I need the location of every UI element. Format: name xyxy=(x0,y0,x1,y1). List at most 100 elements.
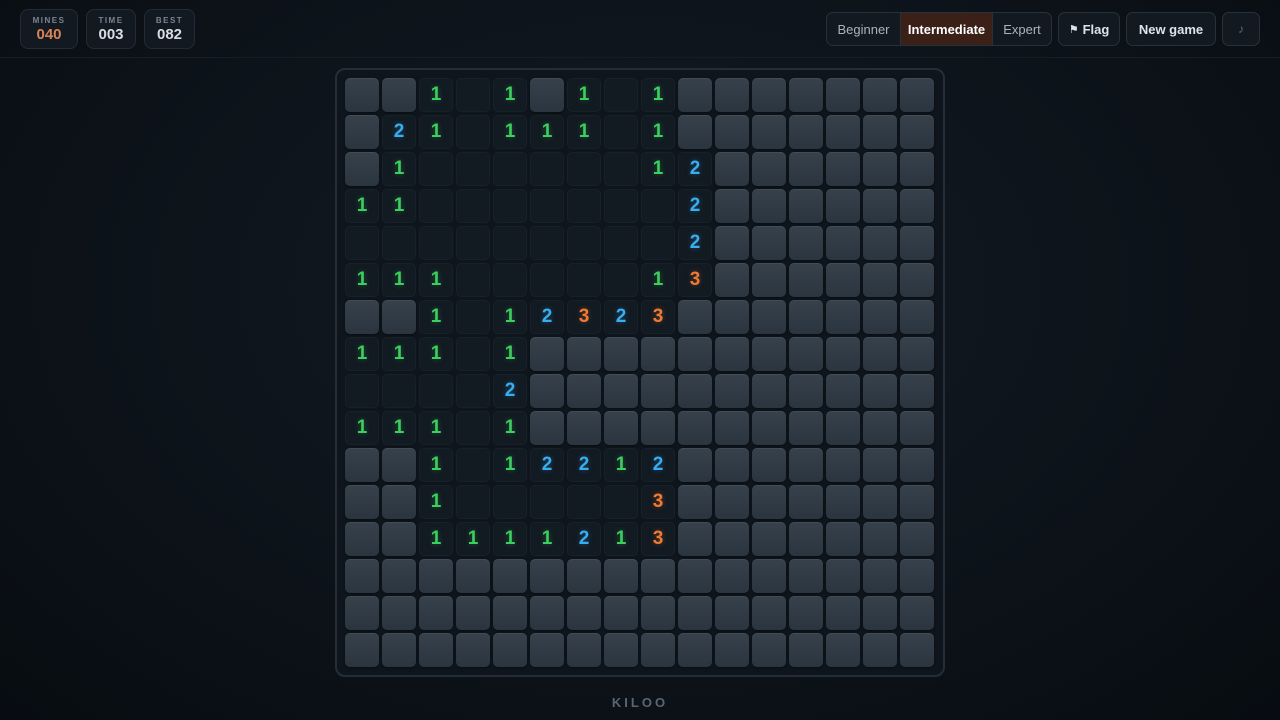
hidden-cell[interactable] xyxy=(789,152,823,186)
revealed-empty-cell[interactable] xyxy=(493,226,527,260)
hidden-cell[interactable] xyxy=(789,374,823,408)
hidden-cell[interactable] xyxy=(826,115,860,149)
hidden-cell[interactable] xyxy=(900,485,934,519)
revealed-empty-cell[interactable] xyxy=(530,226,564,260)
hidden-cell[interactable] xyxy=(715,485,749,519)
revealed-empty-cell[interactable] xyxy=(456,300,490,334)
revealed-number-cell[interactable]: 3 xyxy=(678,263,712,297)
revealed-empty-cell[interactable] xyxy=(604,263,638,297)
revealed-empty-cell[interactable] xyxy=(567,226,601,260)
revealed-empty-cell[interactable] xyxy=(567,485,601,519)
hidden-cell[interactable] xyxy=(419,596,453,630)
revealed-empty-cell[interactable] xyxy=(456,152,490,186)
hidden-cell[interactable] xyxy=(789,485,823,519)
revealed-number-cell[interactable]: 2 xyxy=(382,115,416,149)
hidden-cell[interactable] xyxy=(752,596,786,630)
hidden-cell[interactable] xyxy=(678,411,712,445)
hidden-cell[interactable] xyxy=(382,559,416,593)
hidden-cell[interactable] xyxy=(900,152,934,186)
hidden-cell[interactable] xyxy=(900,263,934,297)
hidden-cell[interactable] xyxy=(493,559,527,593)
revealed-number-cell[interactable]: 2 xyxy=(641,448,675,482)
hidden-cell[interactable] xyxy=(345,522,379,556)
revealed-number-cell[interactable]: 3 xyxy=(641,300,675,334)
hidden-cell[interactable] xyxy=(900,115,934,149)
hidden-cell[interactable] xyxy=(863,189,897,223)
hidden-cell[interactable] xyxy=(863,226,897,260)
revealed-number-cell[interactable]: 1 xyxy=(419,263,453,297)
hidden-cell[interactable] xyxy=(826,226,860,260)
revealed-empty-cell[interactable] xyxy=(567,263,601,297)
hidden-cell[interactable] xyxy=(863,374,897,408)
revealed-number-cell[interactable]: 1 xyxy=(641,78,675,112)
hidden-cell[interactable] xyxy=(604,633,638,667)
revealed-number-cell[interactable]: 1 xyxy=(493,337,527,371)
revealed-number-cell[interactable]: 2 xyxy=(530,448,564,482)
hidden-cell[interactable] xyxy=(382,78,416,112)
hidden-cell[interactable] xyxy=(678,300,712,334)
hidden-cell[interactable] xyxy=(641,596,675,630)
hidden-cell[interactable] xyxy=(900,596,934,630)
hidden-cell[interactable] xyxy=(382,448,416,482)
revealed-empty-cell[interactable] xyxy=(493,189,527,223)
hidden-cell[interactable] xyxy=(789,78,823,112)
revealed-empty-cell[interactable] xyxy=(456,337,490,371)
new-game-button[interactable]: New game xyxy=(1126,12,1216,46)
revealed-empty-cell[interactable] xyxy=(604,152,638,186)
revealed-empty-cell[interactable] xyxy=(456,411,490,445)
hidden-cell[interactable] xyxy=(345,152,379,186)
revealed-number-cell[interactable]: 1 xyxy=(493,522,527,556)
revealed-number-cell[interactable]: 3 xyxy=(641,485,675,519)
hidden-cell[interactable] xyxy=(789,633,823,667)
hidden-cell[interactable] xyxy=(715,448,749,482)
hidden-cell[interactable] xyxy=(789,559,823,593)
hidden-cell[interactable] xyxy=(604,559,638,593)
revealed-number-cell[interactable]: 1 xyxy=(382,337,416,371)
revealed-number-cell[interactable]: 1 xyxy=(419,485,453,519)
hidden-cell[interactable] xyxy=(863,152,897,186)
hidden-cell[interactable] xyxy=(530,411,564,445)
hidden-cell[interactable] xyxy=(900,300,934,334)
revealed-empty-cell[interactable] xyxy=(456,448,490,482)
hidden-cell[interactable] xyxy=(567,559,601,593)
sound-toggle-button[interactable]: ♪ xyxy=(1222,12,1260,46)
revealed-number-cell[interactable]: 1 xyxy=(419,448,453,482)
hidden-cell[interactable] xyxy=(863,559,897,593)
hidden-cell[interactable] xyxy=(715,559,749,593)
revealed-empty-cell[interactable] xyxy=(419,226,453,260)
revealed-number-cell[interactable]: 2 xyxy=(604,300,638,334)
hidden-cell[interactable] xyxy=(345,559,379,593)
hidden-cell[interactable] xyxy=(678,78,712,112)
hidden-cell[interactable] xyxy=(604,374,638,408)
hidden-cell[interactable] xyxy=(789,596,823,630)
hidden-cell[interactable] xyxy=(715,78,749,112)
revealed-number-cell[interactable]: 1 xyxy=(456,522,490,556)
hidden-cell[interactable] xyxy=(900,522,934,556)
hidden-cell[interactable] xyxy=(900,448,934,482)
hidden-cell[interactable] xyxy=(789,226,823,260)
revealed-number-cell[interactable]: 1 xyxy=(493,115,527,149)
revealed-empty-cell[interactable] xyxy=(456,263,490,297)
revealed-empty-cell[interactable] xyxy=(604,485,638,519)
hidden-cell[interactable] xyxy=(752,263,786,297)
hidden-cell[interactable] xyxy=(826,448,860,482)
revealed-number-cell[interactable]: 1 xyxy=(493,411,527,445)
hidden-cell[interactable] xyxy=(678,522,712,556)
revealed-empty-cell[interactable] xyxy=(456,115,490,149)
hidden-cell[interactable] xyxy=(863,448,897,482)
hidden-cell[interactable] xyxy=(678,596,712,630)
revealed-number-cell[interactable]: 1 xyxy=(604,522,638,556)
revealed-empty-cell[interactable] xyxy=(530,189,564,223)
revealed-number-cell[interactable]: 1 xyxy=(530,115,564,149)
revealed-empty-cell[interactable] xyxy=(604,78,638,112)
hidden-cell[interactable] xyxy=(382,300,416,334)
revealed-empty-cell[interactable] xyxy=(456,78,490,112)
hidden-cell[interactable] xyxy=(382,522,416,556)
revealed-empty-cell[interactable] xyxy=(345,226,379,260)
hidden-cell[interactable] xyxy=(641,633,675,667)
hidden-cell[interactable] xyxy=(715,300,749,334)
hidden-cell[interactable] xyxy=(900,411,934,445)
revealed-number-cell[interactable]: 2 xyxy=(678,189,712,223)
hidden-cell[interactable] xyxy=(752,485,786,519)
hidden-cell[interactable] xyxy=(678,448,712,482)
